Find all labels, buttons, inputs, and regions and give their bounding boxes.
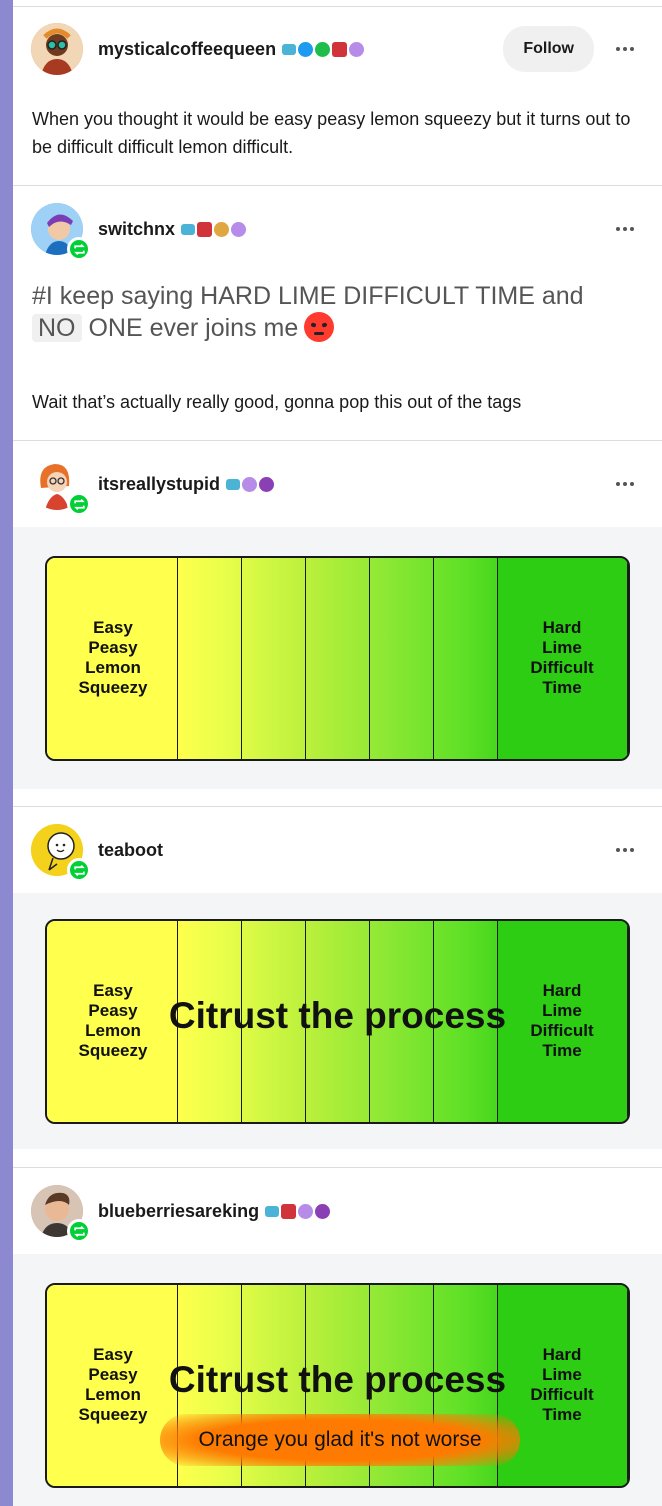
green-star-badge-icon [315,41,331,57]
post-body-text: When you thought it would be easy peasy … [32,109,631,157]
red-shield-badge-icon [281,1203,297,1219]
drill-badge-icon [181,223,196,235]
post-image[interactable]: Easy Peasy Lemon Squeezy Hard Lime Difficult T… [13,527,662,789]
badge-list [282,41,365,57]
avatar[interactable] [31,1185,91,1243]
avatar-illustration [31,23,83,75]
drill-badge-icon [265,1205,280,1217]
purple-ghost-badge-icon [231,221,247,237]
avatar[interactable] [31,23,83,75]
post-tags: #I keep saying HARD LIME DIFFICULT TIME … [13,272,662,344]
post-header: switchnx [13,186,662,272]
paw-badge-icon [259,476,275,492]
username[interactable]: blueberriesareking [98,1201,259,1222]
difficulty-scale-image: Easy Peasy Lemon Squeezy Hard Lime Difficult T… [45,555,630,761]
reblog-icon [67,858,91,882]
badge-list [265,1203,331,1219]
drill-badge-icon [226,478,241,490]
username[interactable]: teaboot [98,840,163,861]
post-header: teaboot [13,807,662,893]
more-options-icon[interactable] [616,848,634,852]
drill-badge-icon [282,43,297,55]
avatar[interactable] [31,824,91,882]
avatar[interactable] [31,203,91,261]
tag-line-1[interactable]: #I keep saying HARD LIME DIFFICULT TIME … [32,282,584,310]
username[interactable]: switchnx [98,219,175,240]
reblog-icon [67,1219,91,1243]
more-options-icon[interactable] [616,227,634,231]
citrust-caption: Citrust the process [168,1358,507,1400]
angry-face-emoji [304,312,335,342]
avatar[interactable] [31,458,91,516]
citrust-caption: Citrust the process [168,994,507,1036]
tag-line-2[interactable]: ONE ever joins me [82,314,298,342]
difficulty-scale-image: Easy Peasy Lemon Squeezy Hard Lime Difficult T… [45,1282,630,1488]
scale-right-label: Hard Lime Difficult Time [530,618,594,697]
red-shield-badge-icon [332,41,348,57]
purple-ghost-badge-icon [349,41,365,57]
post-image[interactable]: Easy Peasy Lemon Squeezy Hard Lime Difficult T… [13,1254,662,1506]
follow-button[interactable]: Follow [503,26,594,72]
post-header: mysticalcoffeequeen Follow [13,7,662,91]
post-header: blueberriesareking [13,1168,662,1254]
scale-left-label: Easy Peasy Lemon Squeezy [78,618,148,697]
paw-badge-icon [315,1203,331,1219]
purple-ghost-badge-icon [242,476,258,492]
reblog-icon [67,492,91,516]
post-header: itsreallystupid [13,441,662,527]
verified-badge-icon [298,41,314,57]
badge-list [181,221,247,237]
post-image[interactable]: Easy Peasy Lemon Squeezy Hard Lime Difficult T… [13,893,662,1149]
username[interactable]: mysticalcoffeequeen [98,39,276,60]
red-shield-badge-icon [197,221,213,237]
username[interactable]: itsreallystupid [98,474,220,495]
reblog-icon [67,237,91,261]
burger-badge-icon [214,221,230,237]
more-options-icon[interactable] [616,482,634,486]
more-options-icon[interactable] [616,47,634,51]
left-rail [0,0,13,1506]
difficulty-scale-image: Easy Peasy Lemon Squeezy Hard Lime Difficult T… [45,918,630,1124]
tag-highlight[interactable]: NO [32,314,82,342]
purple-ghost-badge-icon [298,1203,314,1219]
post-feed: mysticalcoffeequeen Follow When you thou… [13,0,662,1506]
badge-list [226,476,275,492]
post-body-text: Wait that’s actually really good, gonna … [32,392,522,412]
orange-caption: Orange you glad it's not worse [160,1413,520,1466]
